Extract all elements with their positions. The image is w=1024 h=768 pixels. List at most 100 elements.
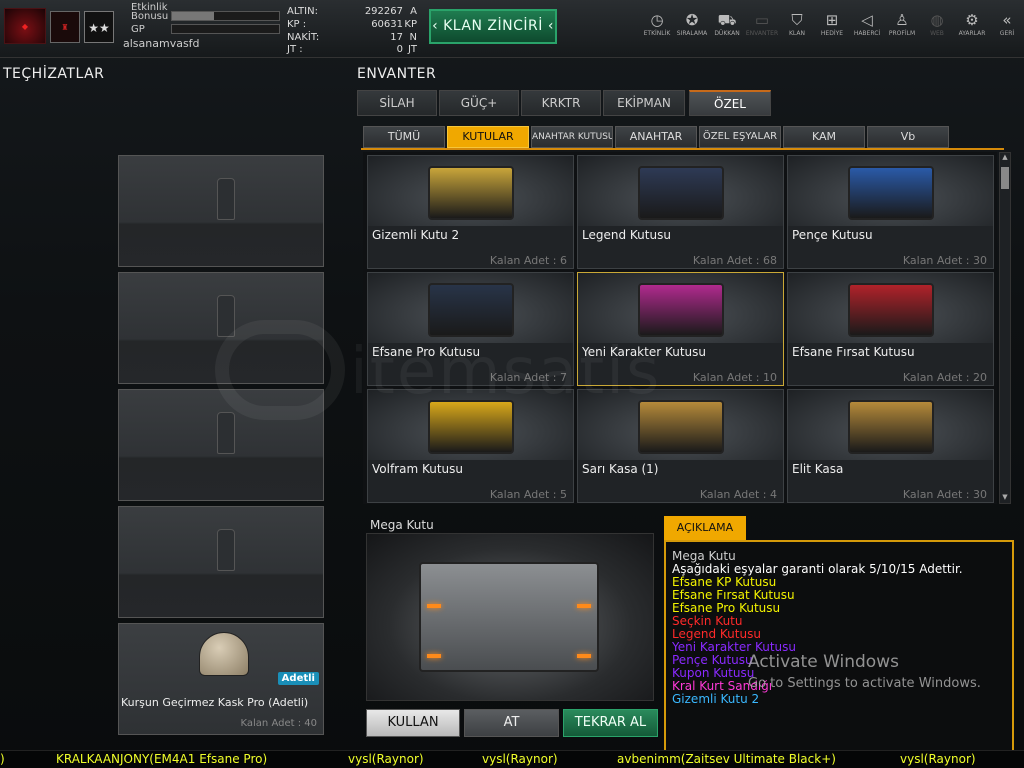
subtab-special-items[interactable]: ÖZEL EŞYALAR [699, 126, 781, 148]
nav-medal[interactable]: ✪ SIRALAMA [675, 10, 709, 37]
equipment-slot-3[interactable] [118, 389, 324, 501]
box-icon [428, 166, 514, 220]
equipment-slot-1[interactable] [118, 155, 324, 267]
clan-chain-button[interactable]: ‹ KLAN ZİNCİRİ ‹ [429, 9, 557, 44]
subtab-key-box[interactable]: ANAHTAR KUTUSU [531, 126, 613, 148]
equipment-title: TEÇHİZATLAR [3, 66, 105, 82]
inventory-item[interactable]: Elit Kasa Kalan Adet : 30 [787, 389, 994, 503]
item-count: Kalan Adet : 30 [902, 488, 987, 501]
nav-cart[interactable]: ⛟ DÜKKAN [710, 10, 744, 37]
inventory-item[interactable]: Yeni Karakter Kutusu Kalan Adet : 10 [577, 272, 784, 386]
ticker-entry: vysl(Raynor) [900, 752, 976, 766]
inventory-item[interactable]: Sarı Kasa (1) Kalan Adet : 4 [577, 389, 784, 503]
scroll-thumb[interactable] [1001, 167, 1009, 189]
item-image [788, 273, 993, 343]
nav-stopwatch[interactable]: ◷ ETKİNLİK [640, 10, 674, 37]
gp-label: GP [131, 24, 145, 35]
nav-gift[interactable]: ⊞ HEDİYE [815, 10, 849, 37]
nav-label: SIRALAMA [676, 30, 708, 37]
inventory-icon: ▭ [754, 11, 770, 29]
subtab-cam[interactable]: KAM [783, 126, 865, 148]
item-count: Kalan Adet : 5 [489, 488, 567, 501]
buy-again-button[interactable]: TEKRAR AL [563, 709, 658, 737]
spray-icon [217, 295, 235, 337]
inventory-item[interactable]: Gizemli Kutu 2 Kalan Adet : 6 [367, 155, 574, 269]
kill-ticker: ) KRALKAANJONY(EM4A1 Efsane Pro) vysl(Rayn… [0, 750, 1024, 768]
tab-weapon[interactable]: SİLAH [357, 90, 437, 116]
item-count: Kalan Adet : 4 [699, 488, 777, 501]
tab-special[interactable]: ÖZEL [689, 90, 771, 116]
nav-back[interactable]: «GERİ [990, 10, 1024, 37]
nav-label: PROFİLM [888, 30, 916, 37]
equipment-slot-helmet[interactable]: Adetli Kurşun Geçirmez Kask Pro (Adetli)… [118, 623, 324, 735]
detail-item-image [366, 533, 654, 701]
equipped-item-name: Kurşun Geçirmez Kask Pro (Adetli) [121, 696, 309, 709]
scroll-down-icon[interactable]: ▼ [1000, 493, 1010, 503]
drop-button[interactable]: AT [464, 709, 559, 737]
box-icon [848, 283, 934, 337]
tab-character[interactable]: KRKTR [521, 90, 601, 116]
tab-power[interactable]: GÜÇ+ [439, 90, 519, 116]
inventory-item[interactable]: Legend Kutusu Kalan Adet : 68 [577, 155, 784, 269]
inventory-item[interactable]: Efsane Pro Kutusu Kalan Adet : 7 [367, 272, 574, 386]
item-count: Kalan Adet : 6 [489, 254, 567, 267]
top-bar: ◆ ♜ ★★ Etkinlik Bonusu GP alsanamvasfd A… [0, 0, 1024, 58]
ticker-entry: ) [0, 752, 5, 766]
inventory-item[interactable]: Efsane Fırsat Kutusu Kalan Adet : 20 [787, 272, 994, 386]
nav-megaphone[interactable]: ◁ HABERCİ [850, 10, 884, 37]
medal-icon: ✪ [685, 11, 699, 29]
shield-icon: ⛉ [791, 11, 803, 29]
nav-label: HEDİYE [820, 30, 844, 37]
activate-windows-title: Activate Windows [748, 652, 899, 672]
subtab-key[interactable]: ANAHTAR [615, 126, 697, 148]
ticker-entry: vysl(Raynor) [348, 752, 424, 766]
inventory-item[interactable]: Pençe Kutusu Kalan Adet : 30 [787, 155, 994, 269]
rank-stars-icon[interactable]: ★★ [84, 11, 114, 43]
equipment-slot-4[interactable] [118, 506, 324, 618]
nav-globe[interactable]: ◍ WEB [920, 10, 954, 37]
nav-label: ETKİNLİK [643, 30, 671, 37]
nav-label: ENVANTER [745, 30, 779, 37]
description-box: Mega Kutu Aşağıdaki eşyalar garanti olara… [664, 540, 1014, 752]
item-name: Pençe Kutusu [792, 228, 873, 242]
item-name: Legend Kutusu [582, 228, 671, 242]
scroll-up-icon[interactable]: ▲ [1000, 153, 1010, 163]
item-image [578, 390, 783, 460]
activate-windows-subtitle: Go to Settings to activate Windows. [748, 676, 981, 691]
tab-equipment[interactable]: EKİPMAN [603, 90, 685, 116]
item-name: Volfram Kutusu [372, 462, 464, 476]
grid-scrollbar[interactable]: ▲ ▼ [999, 152, 1011, 504]
box-icon [848, 166, 934, 220]
nav-inventory[interactable]: ▭ ENVANTER [745, 10, 779, 37]
inventory-title: ENVANTER [357, 66, 437, 82]
use-button[interactable]: KULLAN [366, 709, 460, 737]
description-tab[interactable]: AÇIKLAMA [664, 516, 746, 540]
item-name: Yeni Karakter Kutusu [582, 345, 707, 359]
rank-emblem[interactable]: ♜ [50, 11, 80, 43]
nav-shield[interactable]: ⛉ KLAN [780, 10, 814, 37]
item-image [368, 156, 573, 226]
nav-gear[interactable]: ⚙ AYARLAR [955, 10, 989, 37]
equipment-slot-2[interactable] [118, 272, 324, 384]
item-count: Kalan Adet : 10 [692, 371, 777, 384]
subtab-boxes[interactable]: KUTULAR [447, 126, 529, 148]
description-line: Gizemli Kutu 2 [672, 692, 760, 706]
item-image [578, 156, 783, 226]
gift-icon: ⊞ [825, 11, 839, 29]
nav-label: HABERCİ [853, 30, 881, 37]
spray-icon [217, 529, 235, 571]
ticker-entry: avbenimm(Zaitsev Ultimate Black+) [617, 752, 836, 766]
box-icon [638, 283, 724, 337]
subtab-other[interactable]: Vb [867, 126, 949, 148]
box-icon [428, 283, 514, 337]
game-screen: { "topbar": { "bonus_label": "Etkinlik\n… [0, 0, 1024, 768]
subtab-all[interactable]: TÜMÜ [363, 126, 445, 148]
bonus-bar [171, 11, 280, 21]
item-image [578, 273, 783, 343]
nav-label: KLAN [788, 30, 805, 37]
gear-icon: ⚙ [965, 11, 979, 29]
item-image [788, 156, 993, 226]
detail-item-title: Mega Kutu [370, 518, 434, 532]
inventory-item[interactable]: Volfram Kutusu Kalan Adet : 5 [367, 389, 574, 503]
nav-profile[interactable]: ♙ PROFİLM [885, 10, 919, 37]
